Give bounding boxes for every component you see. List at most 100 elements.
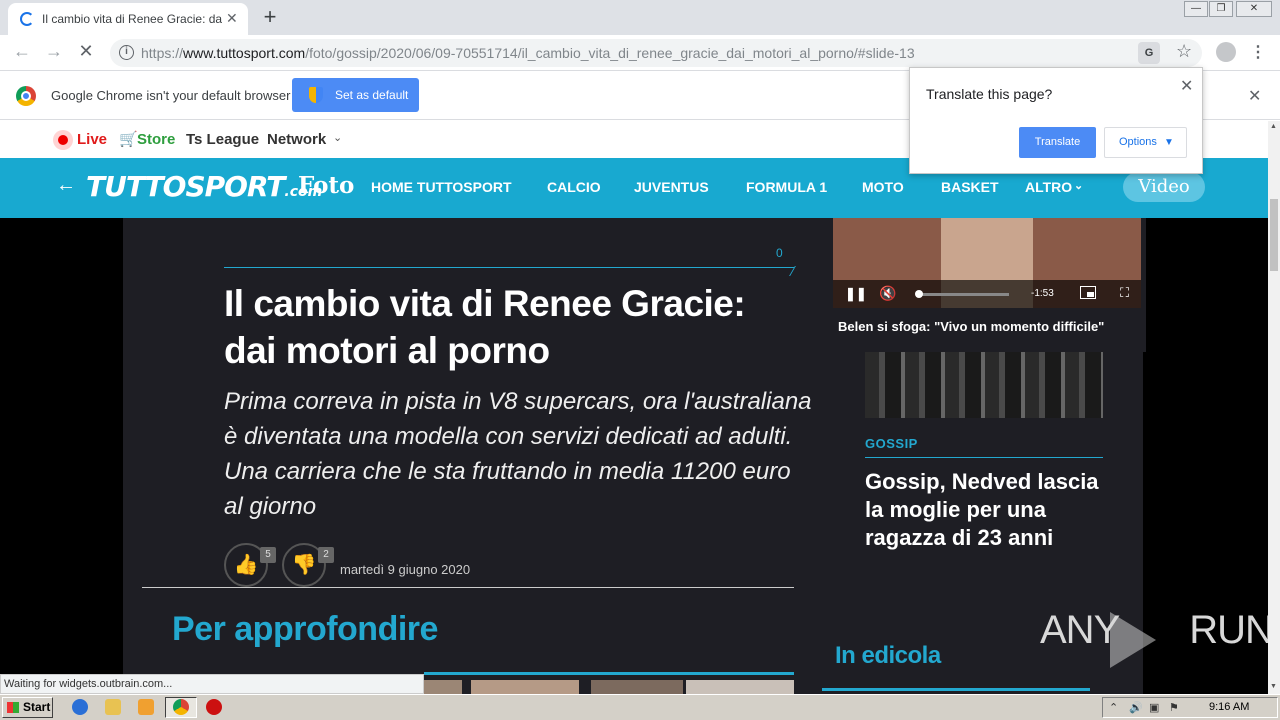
taskbar-clock[interactable]: 9:16 AM: [1209, 701, 1249, 713]
options-label: Options: [1119, 136, 1157, 148]
network-menu[interactable]: Network: [267, 131, 326, 148]
date-divider: [142, 587, 794, 588]
minimize-button[interactable]: —: [1184, 1, 1208, 17]
nav-formula-1[interactable]: FORMULA 1: [746, 179, 827, 195]
nav-basket[interactable]: BASKET: [941, 179, 999, 195]
sidebar-divider: [865, 457, 1103, 458]
back-icon[interactable]: ←: [10, 41, 34, 62]
picture-in-picture-icon[interactable]: [1080, 286, 1096, 299]
translate-question: Translate this page?: [926, 86, 1053, 102]
translate-close-icon[interactable]: ✕: [1180, 76, 1193, 96]
video-controls: ❚❚ 🔇 -1:53 ⛶: [833, 280, 1141, 308]
profile-avatar-icon[interactable]: [1216, 42, 1236, 62]
watermark-right: RUN: [1189, 608, 1274, 652]
windows-taskbar: Start ⌃ 🔊 ▣ ⚑ 9:16 AM: [0, 694, 1280, 720]
shield-icon: [309, 87, 323, 103]
ie-icon[interactable]: [72, 699, 88, 715]
browser-toolbar: ← → ✕ i https://www.tuttosport.com/foto/…: [0, 35, 1280, 71]
cart-icon[interactable]: 🛒: [119, 130, 138, 148]
folder-icon[interactable]: [105, 699, 121, 715]
logo-text: TUTTOSPORT: [86, 170, 285, 203]
floating-video-player[interactable]: ❚❚ 🔇 -1:53 ⛶ Belen si sfoga: "Vivo un mo…: [827, 218, 1146, 352]
tray-expand-icon[interactable]: ⌃: [1109, 701, 1118, 714]
url-domain: www.tuttosport.com: [183, 45, 306, 61]
translate-popup: Translate this page? ✕ Translate Options…: [909, 67, 1203, 174]
edicola-heading: In edicola: [835, 642, 941, 669]
tab-title: Il cambio vita di Renee Gracie: dai m: [42, 12, 222, 26]
chrome-menu-icon[interactable]: ⋮: [1250, 42, 1266, 62]
site-logo[interactable]: TUTTOSPORT.com: [86, 170, 322, 203]
scroll-up-icon[interactable]: ▲: [1270, 123, 1277, 130]
title-divider: [224, 267, 794, 268]
nav-juventus[interactable]: JUVENTUS: [634, 179, 709, 195]
set-default-label: Set as default: [335, 88, 409, 102]
chevron-down-icon: ⌄: [333, 132, 343, 144]
likes-count: 5: [260, 547, 276, 563]
windows-flag-icon: [7, 702, 19, 713]
forward-icon[interactable]: →: [42, 41, 66, 62]
url-prefix: https://: [141, 45, 184, 61]
stop-icon[interactable]: ✕: [74, 41, 98, 62]
video-progress-knob[interactable]: [914, 290, 923, 298]
close-window-button[interactable]: ✕: [1236, 1, 1272, 17]
address-bar[interactable]: i https://www.tuttosport.com/foto/gossip…: [110, 39, 1202, 67]
video-time-remaining: -1:53: [1031, 288, 1054, 299]
browser-tab[interactable]: Il cambio vita di Renee Gracie: dai m ✕: [8, 3, 248, 35]
translate-icon[interactable]: G: [1138, 42, 1160, 64]
caret-down-icon: ▼: [1164, 137, 1174, 148]
start-label: Start: [23, 700, 51, 714]
new-tab-icon[interactable]: +: [258, 4, 282, 30]
sidebar-photo[interactable]: [865, 352, 1103, 418]
video-button[interactable]: Video: [1123, 172, 1205, 202]
page-scrollbar[interactable]: ▲ ▼: [1268, 121, 1280, 694]
action-center-icon[interactable]: ⚑: [1169, 701, 1179, 714]
infobar-close-icon[interactable]: ✕: [1248, 86, 1261, 106]
pause-icon[interactable]: ❚❚: [845, 286, 867, 302]
network-icon[interactable]: ▣: [1149, 701, 1159, 714]
mute-icon[interactable]: 🔇: [879, 285, 896, 302]
tab-strip: Il cambio vita di Renee Gracie: dai m ✕ …: [0, 0, 1280, 35]
scroll-down-icon[interactable]: ▼: [1270, 683, 1277, 690]
url-path: /foto/gossip/2020/06/09-70551714/il_camb…: [305, 45, 915, 61]
foto-section-label[interactable]: Foto: [298, 172, 354, 199]
translate-button[interactable]: Translate: [1019, 127, 1096, 158]
url-text[interactable]: https://www.tuttosport.com/foto/gossip/2…: [141, 45, 915, 61]
sidebar-category[interactable]: GOSSIP: [865, 436, 918, 451]
nav-calcio[interactable]: CALCIO: [547, 179, 601, 195]
chrome-taskbar-icon[interactable]: [173, 699, 189, 715]
security-alert-icon[interactable]: [206, 699, 222, 715]
sidebar-article-title[interactable]: Gossip, Nedved lascia la moglie per una …: [865, 468, 1115, 552]
start-button[interactable]: Start: [2, 697, 53, 718]
store-link[interactable]: Store: [137, 131, 175, 148]
bookmark-star-icon[interactable]: ☆: [1176, 41, 1192, 62]
fullscreen-icon[interactable]: ⛶: [1120, 285, 1129, 301]
loading-spinner-icon: [20, 12, 34, 26]
related-thumbnail[interactable]: [686, 680, 794, 694]
restore-button[interactable]: ❐: [1209, 1, 1233, 17]
article-date: martedì 9 giugno 2020: [340, 562, 471, 577]
info-icon[interactable]: i: [119, 45, 134, 60]
nav-home[interactable]: HOME TUTTOSPORT: [371, 179, 512, 195]
set-default-button[interactable]: Set as default: [292, 78, 419, 112]
live-link[interactable]: Live: [77, 131, 107, 148]
options-button[interactable]: Options ▼: [1104, 127, 1187, 158]
related-thumbnail[interactable]: [424, 680, 462, 694]
media-player-icon[interactable]: [138, 699, 154, 715]
ts-league-link[interactable]: Ts League: [186, 131, 259, 148]
related-divider: [424, 672, 794, 675]
nav-altro[interactable]: ALTRO: [1025, 179, 1072, 195]
video-caption[interactable]: Belen si sfoga: "Vivo un momento diffici…: [838, 319, 1104, 334]
nav-moto[interactable]: MOTO: [862, 179, 904, 195]
scroll-thumb[interactable]: [1270, 199, 1278, 271]
dislikes-count: 2: [318, 547, 334, 563]
related-thumbnail[interactable]: [591, 680, 683, 694]
tab-close-icon[interactable]: ✕: [226, 10, 238, 27]
back-arrow-icon[interactable]: ←: [56, 174, 76, 197]
live-icon[interactable]: [53, 130, 73, 150]
related-thumbnail[interactable]: [471, 680, 579, 694]
watermark-left: ANY: [1040, 608, 1120, 652]
comment-count[interactable]: 0: [776, 246, 783, 260]
volume-icon[interactable]: 🔊: [1129, 701, 1143, 714]
video-progress-bar[interactable]: [917, 293, 1009, 296]
article-headline: Il cambio vita di Renee Gracie: dai moto…: [224, 283, 746, 371]
